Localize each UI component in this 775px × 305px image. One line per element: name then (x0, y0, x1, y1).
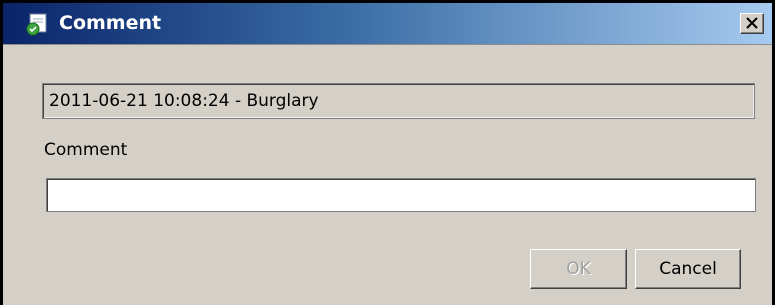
comment-document-icon (25, 12, 49, 36)
close-icon (746, 14, 758, 33)
ok-button[interactable]: OK (530, 249, 627, 289)
comment-dialog: Comment 2011-06-21 10:08:24 - Burglary C… (0, 0, 775, 305)
dialog-title: Comment (59, 12, 162, 34)
comment-input[interactable] (46, 178, 756, 212)
cancel-button[interactable]: Cancel (635, 249, 741, 289)
close-button[interactable] (740, 13, 764, 34)
event-summary-field: 2011-06-21 10:08:24 - Burglary (42, 83, 755, 119)
comment-label: Comment (44, 140, 128, 160)
title-bar[interactable]: Comment (3, 3, 772, 45)
